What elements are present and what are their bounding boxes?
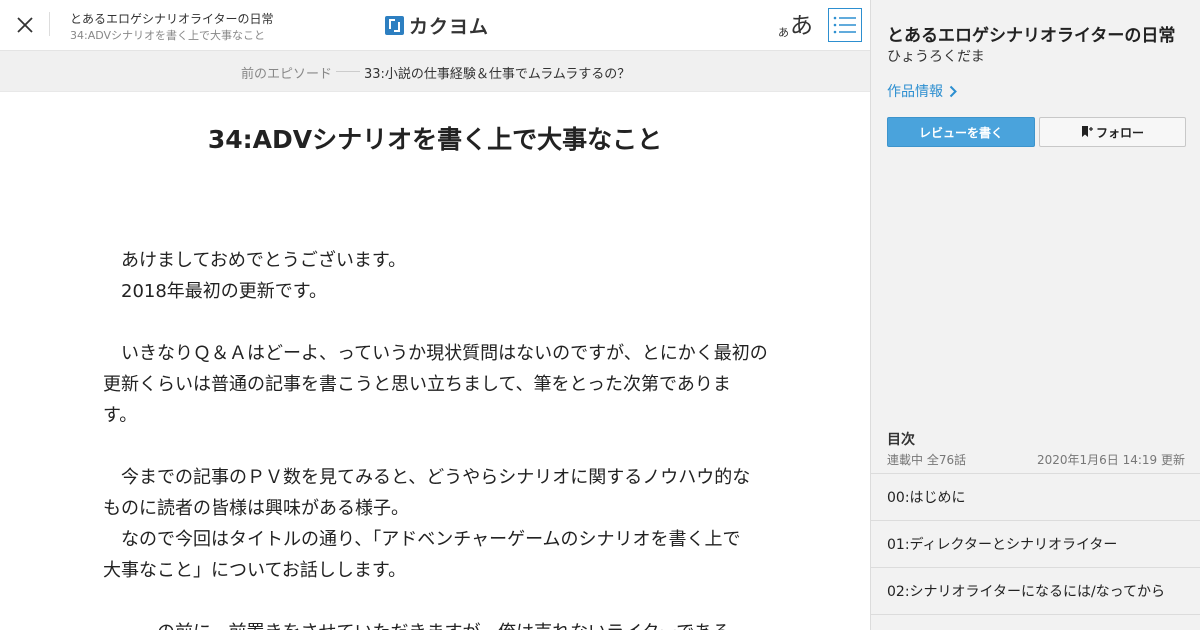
previous-episode-label: 前のエピソード (241, 67, 333, 82)
toc-item[interactable]: 00:はじめに (871, 474, 1200, 521)
kakuyomu-logo[interactable]: カクヨム (385, 12, 489, 38)
body-line: す。 (103, 405, 138, 426)
body-line: いきなりＱ＆Ａはどーよ、っていうか現状質問はないのですが、とにかく最初の (103, 343, 768, 364)
write-review-label: レビューを書く (918, 125, 1003, 140)
body-line: 2018年最初の更新です。 (103, 281, 328, 302)
body-line (103, 307, 775, 338)
reader-main: とあるエロゲシナリオライターの日常 34:ADVシナリオを書く上で大事なこと カ… (0, 0, 870, 630)
font-size-small-glyph: あ (778, 26, 789, 39)
toc-updated: 2020年1月6日 14:19 更新 (1036, 453, 1185, 467)
follow-label: フォロー (1095, 125, 1144, 140)
divider (49, 12, 50, 36)
body-line: 今までの記事のＰＶ数を見てみると、どうやらシナリオに関するノウハウ的な (103, 467, 751, 488)
list-icon (833, 16, 856, 34)
episode-subtitle: 34:ADVシナリオを書く上で大事なこと (70, 29, 266, 42)
previous-episode-link[interactable]: 33:小説の仕事経験＆仕事でムラムラするの？ (364, 63, 630, 82)
close-button[interactable] (12, 12, 38, 38)
body-line: ……の前に、前置きをさせていただきますが、俺は売れないライターである (103, 617, 775, 630)
work-info-label: 作品情報 (887, 84, 943, 100)
work-title-link[interactable]: とあるエロゲシナリオライターの日常 (70, 10, 274, 27)
logo-text: カクヨム (409, 15, 490, 38)
toc-toggle-button[interactable] (828, 8, 862, 42)
bookmark-plus-icon (1081, 126, 1093, 137)
follow-button[interactable]: フォロー (1039, 117, 1186, 147)
write-review-button[interactable]: レビューを書く (887, 117, 1035, 147)
body-line: あけましておめでとうございます。 (103, 250, 407, 271)
body-line: 更新くらいは普通の記事を書こうと思い立ちまして、筆をとった次第でありま (103, 374, 731, 395)
toc-status: 連載中 全76話 (887, 453, 967, 467)
sidebar-author[interactable]: ひょうろくだま (887, 46, 985, 66)
font-size-large-glyph: あ (790, 13, 813, 39)
body-line (103, 431, 775, 462)
body-line: なので今回はタイトルの通り、「アドベンチャーゲームのシナリオを書く上で (103, 529, 741, 550)
toc-item[interactable]: 01:ディレクターとシナリオライター (871, 521, 1200, 568)
body-line: ものに読者の皆様は興味がある様子。 (103, 498, 409, 519)
sidebar: とあるエロゲシナリオライターの日常 ひょうろくだま 作品情報 レビューを書く フ… (870, 0, 1200, 630)
episode-body: あけましておめでとうございます。 2018年最初の更新です。 いきなりＱ＆Ａはど… (103, 245, 775, 630)
toc-heading: 目次 (887, 432, 915, 448)
sidebar-work-title[interactable]: とあるエロゲシナリオライターの日常 (887, 21, 1175, 46)
chevron-right-icon (949, 85, 957, 97)
top-bar: とあるエロゲシナリオライターの日常 34:ADVシナリオを書く上で大事なこと カ… (0, 0, 870, 51)
toc-list: 00:はじめに 01:ディレクターとシナリオライター 02:シナリオライターにな… (871, 473, 1200, 615)
divider-line (336, 71, 360, 72)
body-line (103, 586, 775, 617)
toc-item[interactable]: 02:シナリオライターになるには/なってから (871, 568, 1200, 615)
close-icon (17, 17, 33, 33)
previous-episode-bar: 前のエピソード 33:小説の仕事経験＆仕事でムラムラするの？ (0, 51, 870, 92)
episode-title: 34:ADVシナリオを書く上で大事なこと (207, 125, 663, 154)
work-info-link[interactable]: 作品情報 (887, 81, 957, 101)
logo-mark-icon (385, 15, 404, 35)
body-line: 大事なこと」についてお話しします。 (103, 560, 407, 581)
font-size-button[interactable]: あ あ (778, 8, 813, 40)
